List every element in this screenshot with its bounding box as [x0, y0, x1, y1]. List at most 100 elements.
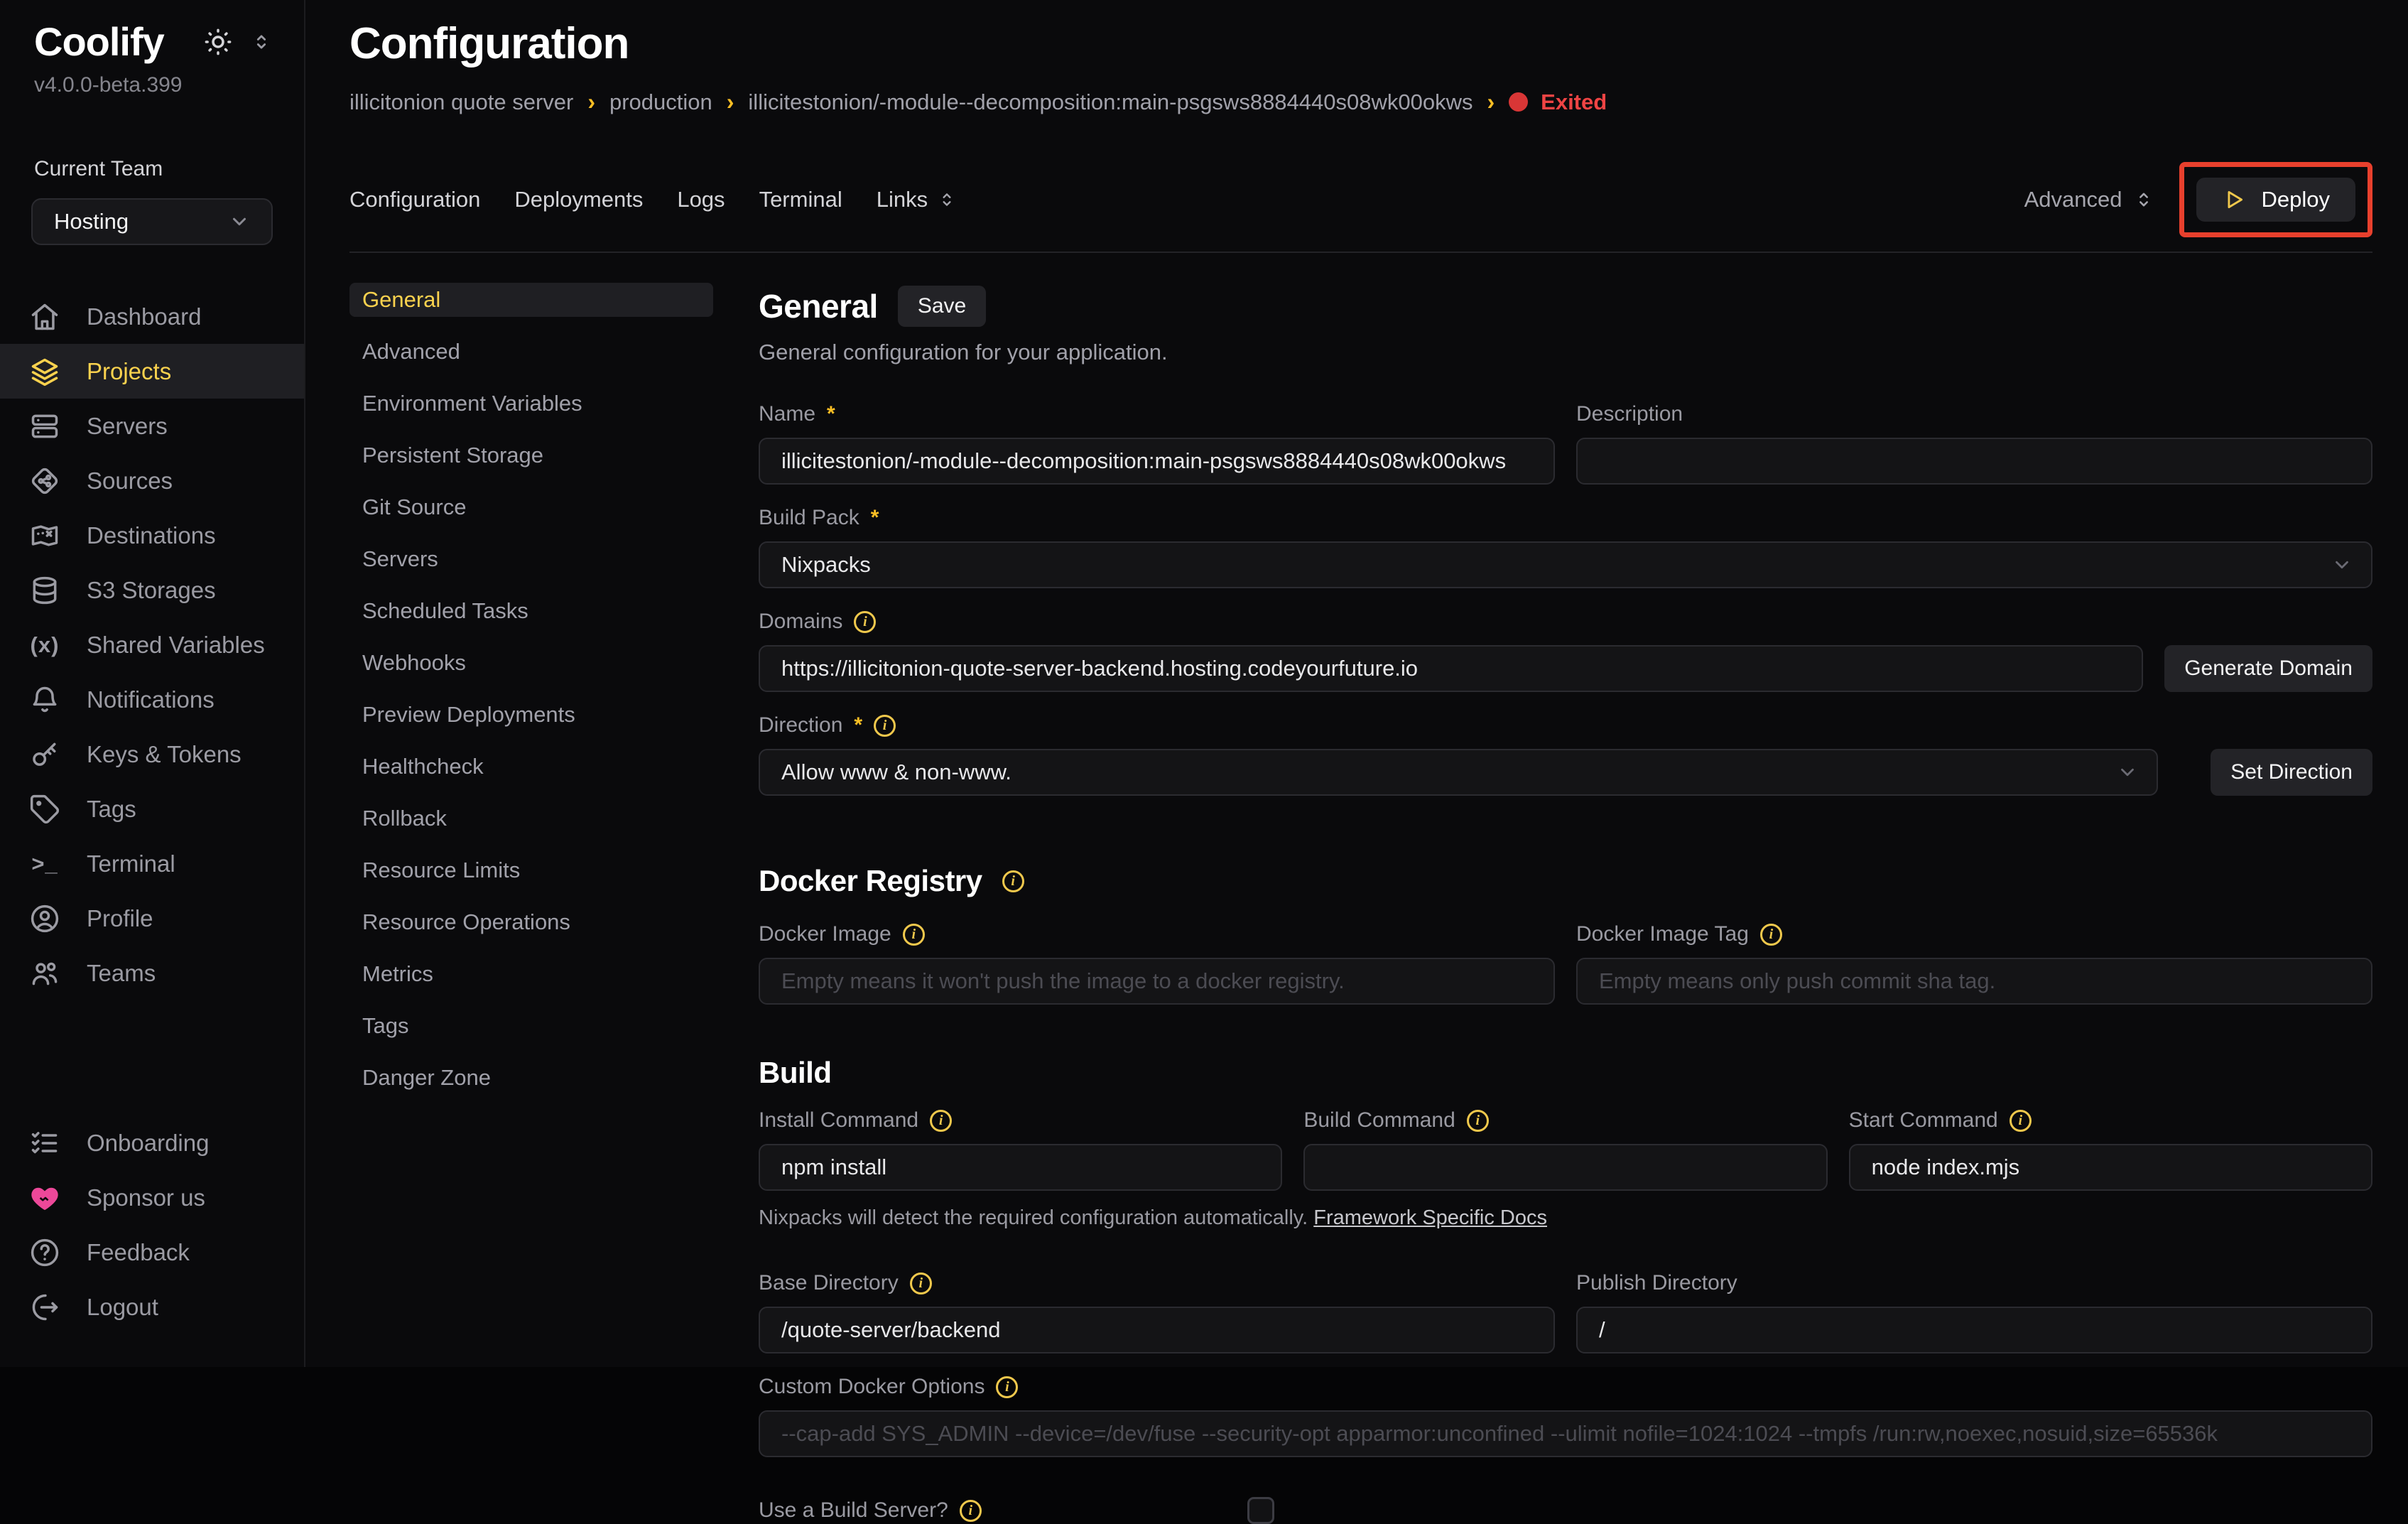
sidebar-item-sources[interactable]: Sources — [0, 453, 304, 508]
section-title-general: General — [759, 287, 878, 325]
base-directory-input[interactable] — [759, 1307, 1555, 1353]
team-select[interactable]: Hosting — [31, 198, 273, 245]
sidebar-item-projects[interactable]: Projects — [0, 344, 304, 399]
info-icon[interactable] — [910, 1272, 932, 1295]
status-badge: Exited — [1509, 90, 1607, 115]
build-pack-value: Nixpacks — [781, 552, 871, 578]
sidebar-item-terminal[interactable]: >_ Terminal — [0, 836, 304, 891]
save-button[interactable]: Save — [898, 286, 986, 327]
sidebar-item-label: Profile — [87, 905, 153, 932]
sidebar-item-feedback[interactable]: Feedback — [0, 1225, 304, 1280]
domains-input[interactable] — [759, 645, 2143, 692]
confignav-item-resource-limits[interactable]: Resource Limits — [349, 853, 713, 887]
confignav-item-advanced[interactable]: Advanced — [349, 335, 713, 369]
sidebar-item-sponsor-us[interactable]: Sponsor us — [0, 1170, 304, 1225]
info-icon[interactable] — [1467, 1110, 1489, 1132]
app-version: v4.0.0-beta.399 — [0, 73, 304, 97]
info-icon[interactable] — [960, 1500, 982, 1522]
confignav-item-preview-deployments[interactable]: Preview Deployments — [349, 698, 713, 732]
info-icon[interactable] — [1002, 870, 1024, 892]
framework-docs-link[interactable]: Framework Specific Docs — [1313, 1206, 1547, 1229]
breadcrumb-application[interactable]: illicitestonion/-module--decomposition:m… — [748, 90, 1473, 115]
sidebar-item-shared-variables[interactable]: (x) Shared Variables — [0, 617, 304, 672]
confignav-item-servers[interactable]: Servers — [349, 542, 713, 576]
sidebar-item-tags[interactable]: Tags — [0, 782, 304, 836]
install-command-input[interactable] — [759, 1144, 1282, 1191]
build-command-label: Build Command — [1303, 1108, 1827, 1133]
info-icon[interactable] — [930, 1110, 952, 1132]
theme-sun-icon[interactable] — [203, 27, 233, 57]
docker-image-input[interactable] — [759, 958, 1555, 1005]
sidebar-item-label: Tags — [87, 796, 136, 823]
sidebar-item-destinations[interactable]: Destinations — [0, 508, 304, 563]
confignav-item-git-source[interactable]: Git Source — [349, 490, 713, 524]
info-icon[interactable] — [854, 611, 876, 633]
sidebar-item-profile[interactable]: Profile — [0, 891, 304, 946]
sidebar-item-servers[interactable]: Servers — [0, 399, 304, 453]
confignav-item-danger-zone[interactable]: Danger Zone — [349, 1061, 713, 1095]
confignav-item-rollback[interactable]: Rollback — [349, 801, 713, 836]
confignav-item-scheduled-tasks[interactable]: Scheduled Tasks — [349, 594, 713, 628]
direction-select[interactable]: Allow www & non-www. — [759, 749, 2158, 796]
confignav-item-environment-variables[interactable]: Environment Variables — [349, 387, 713, 421]
build-pack-select[interactable]: Nixpacks — [759, 541, 2372, 588]
tab-deployments[interactable]: Deployments — [514, 187, 643, 212]
confignav-item-resource-operations[interactable]: Resource Operations — [349, 905, 713, 939]
checklist-icon — [28, 1127, 61, 1160]
sidebar-item-label: Teams — [87, 960, 156, 987]
sidebar-item-teams[interactable]: Teams — [0, 946, 304, 1000]
required-marker: * — [854, 713, 862, 737]
confignav-item-general[interactable]: General — [349, 283, 713, 317]
deploy-highlight-annotation: Deploy — [2179, 162, 2373, 237]
theme-switcher-chevrons-icon[interactable] — [251, 32, 271, 52]
info-icon[interactable] — [996, 1376, 1018, 1398]
sidebar-item-label: Shared Variables — [87, 632, 265, 659]
description-input[interactable] — [1576, 438, 2372, 485]
play-icon — [2222, 188, 2246, 212]
confignav-item-persistent-storage[interactable]: Persistent Storage — [349, 438, 713, 472]
info-icon[interactable] — [874, 715, 896, 737]
breadcrumb-chevron-icon: › — [1487, 89, 1495, 115]
sidebar-item-s3-storages[interactable]: S3 Storages — [0, 563, 304, 617]
home-icon — [28, 301, 61, 333]
info-icon[interactable] — [1760, 924, 1782, 946]
confignav-item-webhooks[interactable]: Webhooks — [349, 646, 713, 680]
build-command-input[interactable] — [1303, 1144, 1827, 1191]
set-direction-button[interactable]: Set Direction — [2211, 749, 2372, 796]
sidebar-item-label: S3 Storages — [87, 577, 216, 604]
deploy-button[interactable]: Deploy — [2196, 178, 2356, 222]
sidebar-item-keys-tokens[interactable]: Keys & Tokens — [0, 727, 304, 782]
breadcrumb: illicitonion quote server › production ›… — [349, 89, 2372, 115]
sidebar-item-notifications[interactable]: Notifications — [0, 672, 304, 727]
help-circle-icon — [28, 1236, 61, 1269]
confignav-item-healthcheck[interactable]: Healthcheck — [349, 750, 713, 784]
domains-label: Domains — [759, 610, 2372, 634]
custom-docker-options-input[interactable] — [759, 1410, 2372, 1457]
sidebar-item-onboarding[interactable]: Onboarding — [0, 1115, 304, 1170]
confignav-item-metrics[interactable]: Metrics — [349, 957, 713, 991]
tab-links[interactable]: Links — [877, 187, 956, 212]
tab-logs[interactable]: Logs — [677, 187, 725, 212]
sidebar-item-dashboard[interactable]: Dashboard — [0, 289, 304, 344]
docker-image-label: Docker Image — [759, 922, 1555, 946]
breadcrumb-project[interactable]: illicitonion quote server — [349, 90, 573, 115]
start-command-input[interactable] — [1849, 1144, 2372, 1191]
advanced-menu[interactable]: Advanced — [2024, 187, 2154, 212]
sidebar-item-label: Sponsor us — [87, 1184, 205, 1211]
users-icon — [28, 957, 61, 990]
breadcrumb-environment[interactable]: production — [609, 90, 712, 115]
info-icon[interactable] — [2010, 1110, 2032, 1132]
generate-domain-button[interactable]: Generate Domain — [2164, 645, 2372, 692]
sidebar-item-logout[interactable]: Logout — [0, 1280, 304, 1334]
tab-terminal[interactable]: Terminal — [759, 187, 842, 212]
sidebar-item-label: Destinations — [87, 522, 216, 549]
info-icon[interactable] — [903, 924, 925, 946]
build-pack-label: Build Pack* — [759, 506, 2372, 530]
use-build-server-checkbox[interactable] — [1247, 1497, 1274, 1524]
docker-image-tag-input[interactable] — [1576, 958, 2372, 1005]
tab-configuration[interactable]: Configuration — [349, 187, 480, 212]
name-input[interactable] — [759, 438, 1555, 485]
publish-directory-input[interactable] — [1576, 1307, 2372, 1353]
confignav-item-tags[interactable]: Tags — [349, 1009, 713, 1043]
start-command-label: Start Command — [1849, 1108, 2372, 1133]
